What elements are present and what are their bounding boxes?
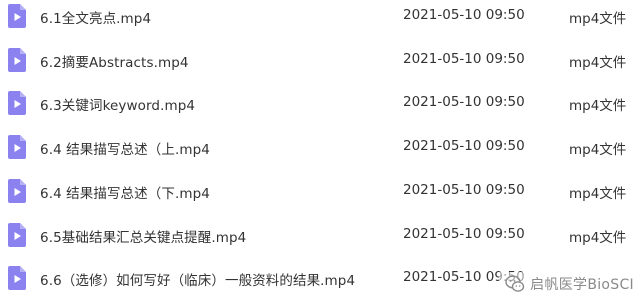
file-date: 2021-05-10 09:50 — [403, 226, 525, 242]
file-list: 6.1全文亮点.mp4 2021-05-10 09:50 mp4文件 6.2摘要… — [0, 0, 640, 300]
video-file-icon — [8, 135, 26, 159]
file-name: 6.1全文亮点.mp4 — [40, 11, 152, 27]
file-row[interactable]: 6.4 结果描写总述（下.mp4 2021-05-10 09:50 mp4文件 — [0, 177, 640, 205]
file-row[interactable]: 6.1全文亮点.mp4 2021-05-10 09:50 mp4文件 — [0, 2, 640, 30]
wechat-logo-icon — [505, 275, 525, 292]
file-type: mp4文件 — [569, 98, 627, 114]
video-file-icon — [8, 4, 26, 28]
file-type: mp4文件 — [569, 11, 627, 27]
file-row[interactable]: 6.3关键词keyword.mp4 2021-05-10 09:50 mp4文件 — [0, 89, 640, 117]
file-date: 2021-05-10 09:50 — [403, 7, 525, 23]
video-file-icon — [8, 91, 26, 115]
file-name: 6.6（选修）如何写好（临床）一般资料的结果.mp4 — [40, 273, 356, 289]
file-type: mp4文件 — [569, 230, 627, 246]
file-date: 2021-05-10 09:50 — [403, 182, 525, 198]
file-date: 2021-05-10 09:50 — [403, 138, 525, 154]
file-row[interactable]: 6.5基础结果汇总关键点提醒.mp4 2021-05-10 09:50 mp4文… — [0, 221, 640, 249]
video-file-icon — [8, 179, 26, 203]
file-name: 6.2摘要Abstracts.mp4 — [40, 55, 189, 71]
watermark-text: 启帆医学BioSCI — [530, 277, 634, 293]
file-type: mp4文件 — [569, 186, 627, 202]
file-date: 2021-05-10 09:50 — [403, 51, 525, 67]
file-row[interactable]: 6.4 结果描写总述（上.mp4 2021-05-10 09:50 mp4文件 — [0, 133, 640, 161]
video-file-icon — [8, 48, 26, 72]
watermark: 启帆医学BioSCI — [499, 272, 634, 296]
file-name: 6.4 结果描写总述（上.mp4 — [40, 142, 210, 158]
file-name: 6.3关键词keyword.mp4 — [40, 98, 196, 114]
file-type: mp4文件 — [569, 142, 627, 158]
file-row[interactable]: 6.2摘要Abstracts.mp4 2021-05-10 09:50 mp4文… — [0, 46, 640, 74]
video-file-icon — [8, 223, 26, 247]
file-name: 6.5基础结果汇总关键点提醒.mp4 — [40, 230, 247, 246]
video-file-icon — [8, 266, 26, 290]
file-date: 2021-05-10 09:50 — [403, 94, 525, 110]
file-name: 6.4 结果描写总述（下.mp4 — [40, 186, 210, 202]
file-type: mp4文件 — [569, 55, 627, 71]
